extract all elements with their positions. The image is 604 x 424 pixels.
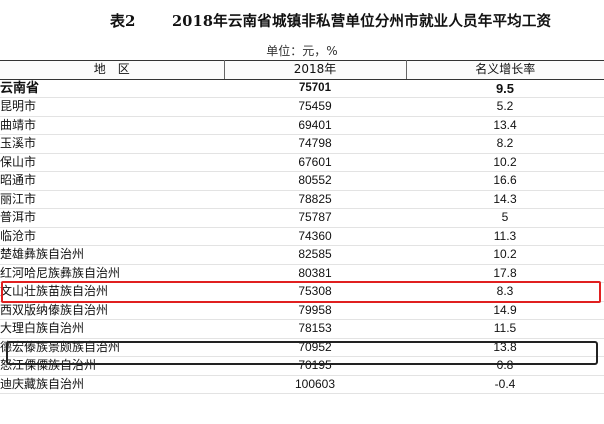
header-row: 地 区 2018年 名义增长率 — [0, 60, 604, 80]
growth-cell: 9.5 — [406, 79, 604, 98]
header-year: 2018年 — [224, 60, 407, 80]
wage-cell: 79958 — [224, 301, 406, 320]
table-row: 丽江市 78825 14.3 — [0, 190, 604, 209]
wage-cell: 74798 — [224, 134, 406, 154]
highlight-box-red — [1, 281, 601, 303]
growth-cell: 16.6 — [406, 171, 604, 191]
table-row: 大理白族自治州 78153 11.5 — [0, 319, 604, 339]
wage-cell: 75787 — [224, 208, 406, 228]
table-row: 玉溪市 74798 8.2 — [0, 134, 604, 154]
table-row: 云南省 75701 9.5 — [0, 79, 604, 98]
growth-cell: 14.3 — [406, 190, 604, 209]
wage-cell: 78825 — [224, 190, 406, 209]
title-row: 表2 2018年云南省城镇非私营单位分州市就业人员年平均工资 — [0, 0, 604, 38]
region-cell: 丽江市 — [0, 190, 224, 209]
growth-cell: 8.2 — [406, 134, 604, 154]
wage-cell: 67601 — [224, 153, 406, 172]
wage-cell: 74360 — [224, 227, 406, 246]
table-title: 2018年云南省城镇非私营单位分州市就业人员年平均工资 — [172, 13, 552, 30]
table-row: 保山市 67601 10.2 — [0, 153, 604, 172]
growth-cell: 5 — [406, 208, 604, 228]
region-cell: 迪庆藏族自治州 — [0, 375, 224, 394]
region-cell: 红河哈尼族彝族自治州 — [0, 264, 224, 283]
wage-cell: 75459 — [224, 97, 406, 117]
wage-cell: 75701 — [224, 79, 406, 98]
table-row: 迪庆藏族自治州 100603 -0.4 — [0, 375, 604, 394]
header-region: 地 区 — [0, 60, 225, 80]
wage-cell: 100603 — [224, 375, 406, 394]
table-number: 表2 — [110, 12, 136, 30]
header-growth: 名义增长率 — [406, 60, 604, 80]
table-row: 曲靖市 69401 13.4 — [0, 116, 604, 135]
highlight-box-black — [6, 341, 598, 365]
table-row: 普洱市 75787 5 — [0, 208, 604, 228]
region-cell: 曲靖市 — [0, 116, 224, 135]
region-cell: 大理白族自治州 — [0, 319, 224, 339]
region-cell: 临沧市 — [0, 227, 224, 246]
growth-cell: 14.9 — [406, 301, 604, 320]
wage-cell: 78153 — [224, 319, 406, 339]
region-cell: 楚雄彝族自治州 — [0, 245, 224, 265]
wage-cell: 82585 — [224, 245, 406, 265]
region-cell: 西双版纳傣族自治州 — [0, 301, 224, 320]
growth-cell: 5.2 — [406, 97, 604, 117]
growth-cell: 11.5 — [406, 319, 604, 339]
growth-cell: 10.2 — [406, 153, 604, 172]
wage-cell: 69401 — [224, 116, 406, 135]
region-cell: 云南省 — [0, 79, 224, 98]
region-cell: 玉溪市 — [0, 134, 224, 154]
table-row: 西双版纳傣族自治州 79958 14.9 — [0, 301, 604, 320]
table-row: 昭通市 80552 16.6 — [0, 171, 604, 191]
region-cell: 昭通市 — [0, 171, 224, 191]
unit-label: 单位：元，% — [266, 44, 338, 58]
wage-cell: 80381 — [224, 264, 406, 283]
region-cell: 普洱市 — [0, 208, 224, 228]
growth-cell: 17.8 — [406, 264, 604, 283]
growth-cell: 11.3 — [406, 227, 604, 246]
growth-cell: -0.4 — [406, 375, 604, 394]
region-cell: 昆明市 — [0, 97, 224, 117]
table-row: 昆明市 75459 5.2 — [0, 97, 604, 117]
region-cell: 保山市 — [0, 153, 224, 172]
wage-cell: 80552 — [224, 171, 406, 191]
table-row: 红河哈尼族彝族自治州 80381 17.8 — [0, 264, 604, 283]
growth-cell: 10.2 — [406, 245, 604, 265]
growth-cell: 13.4 — [406, 116, 604, 135]
table-row: 临沧市 74360 11.3 — [0, 227, 604, 246]
table-row: 楚雄彝族自治州 82585 10.2 — [0, 245, 604, 265]
